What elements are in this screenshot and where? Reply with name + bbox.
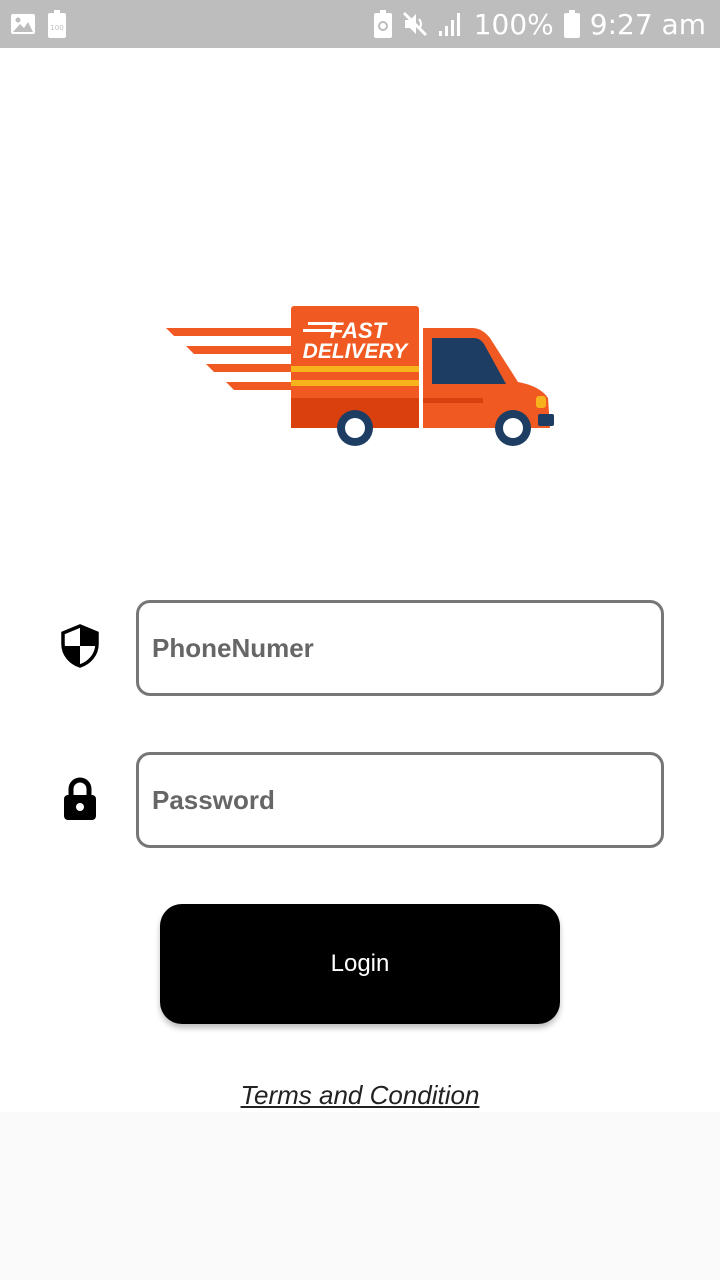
terms-and-condition-link[interactable]: Terms and Condition bbox=[0, 1080, 720, 1111]
signal-icon bbox=[438, 11, 464, 37]
status-bar: 100 100% 9:27 am bbox=[0, 0, 720, 48]
login-screen: FAST DELIVERY Login Terms an bbox=[0, 48, 720, 1112]
battery-percent: 100% bbox=[473, 7, 554, 41]
cargo-stripe bbox=[291, 366, 419, 372]
battery-saver-icon: 100 bbox=[48, 10, 66, 38]
svg-text:100: 100 bbox=[50, 24, 63, 32]
mute-icon bbox=[402, 11, 428, 37]
battery-icon bbox=[563, 10, 580, 38]
status-bar-right: 100% 9:27 am bbox=[373, 0, 706, 48]
bumper bbox=[538, 414, 554, 426]
login-button[interactable]: Login bbox=[160, 904, 560, 1024]
fast-delivery-logo: FAST DELIVERY bbox=[166, 306, 554, 446]
lock-icon bbox=[60, 776, 100, 820]
logo-text-delivery: DELIVERY bbox=[303, 340, 410, 363]
front-hub bbox=[503, 418, 523, 438]
shield-icon bbox=[60, 624, 100, 668]
phone-input[interactable] bbox=[139, 603, 661, 693]
speed-line bbox=[206, 364, 292, 372]
password-field[interactable] bbox=[136, 752, 664, 848]
speed-line bbox=[166, 328, 292, 336]
password-input[interactable] bbox=[139, 755, 661, 845]
cargo-stripe bbox=[291, 380, 419, 386]
headlight bbox=[536, 396, 546, 408]
status-bar-left: 100 bbox=[10, 10, 66, 38]
clock: 9:27 am bbox=[589, 7, 706, 41]
phone-field[interactable] bbox=[136, 600, 664, 696]
speed-line bbox=[186, 346, 292, 354]
speed-line bbox=[226, 382, 292, 390]
recycle-battery-icon bbox=[373, 10, 392, 38]
rear-hub bbox=[345, 418, 365, 438]
gallery-icon bbox=[10, 13, 36, 35]
cab-line bbox=[423, 398, 483, 403]
